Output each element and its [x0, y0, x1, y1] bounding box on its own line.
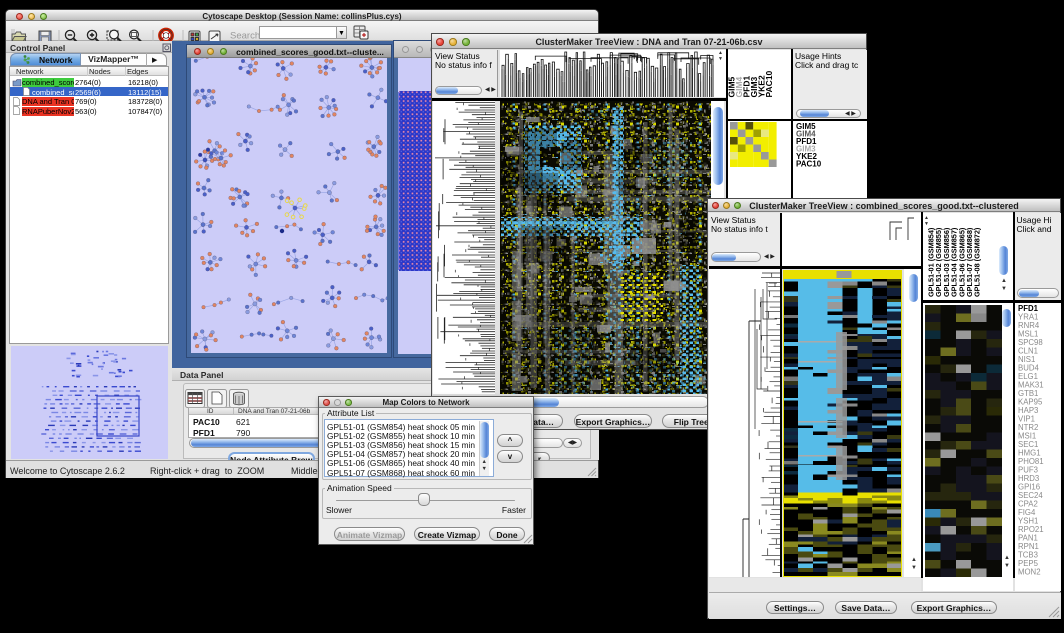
svg-text:PAC10: PAC10	[764, 70, 774, 97]
svg-text:MON2: MON2	[1018, 567, 1041, 576]
svg-text:GPL51-08 (GSM872): GPL51-08 (GSM872)	[973, 227, 982, 297]
svg-text:PAC10: PAC10	[796, 160, 822, 169]
svg-text:Search:: Search:	[230, 31, 263, 42]
